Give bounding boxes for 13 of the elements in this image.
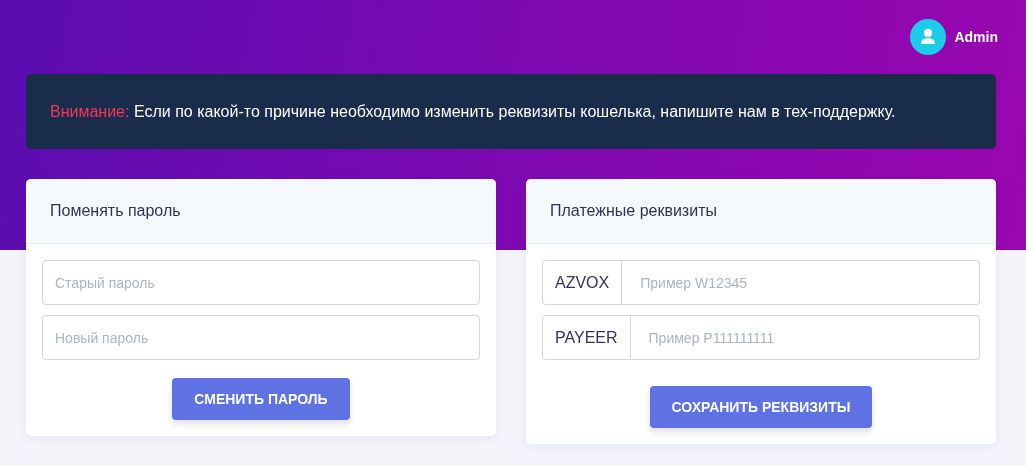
input-field[interactable]: Старый пароль bbox=[42, 260, 480, 305]
save-details-button[interactable]: СОХРАНИТЬ РЕКВИЗИТЫ bbox=[649, 386, 873, 428]
input-field[interactable]: Пример P111111111 bbox=[630, 315, 980, 360]
input-field[interactable]: Пример W12345 bbox=[622, 260, 980, 305]
card-title: Платежные реквизиты bbox=[550, 202, 717, 220]
alert-text: Внимание: Если по какой-то причине необходимо изменить реквизиты кошелька, напишите нам в тех-поддержку. bbox=[50, 102, 896, 121]
card-title: Поменять пароль bbox=[50, 202, 181, 220]
input-prefix: PAYEER bbox=[542, 315, 631, 360]
input-field[interactable]: Новый пароль bbox=[42, 315, 480, 360]
change-password-button[interactable]: СМЕНИТЬ ПАРОЛЬ bbox=[172, 378, 350, 420]
user-name[interactable]: Admin bbox=[954, 29, 998, 45]
input-prefix: AZVOX bbox=[542, 260, 623, 305]
user-avatar-icon[interactable] bbox=[910, 19, 947, 55]
